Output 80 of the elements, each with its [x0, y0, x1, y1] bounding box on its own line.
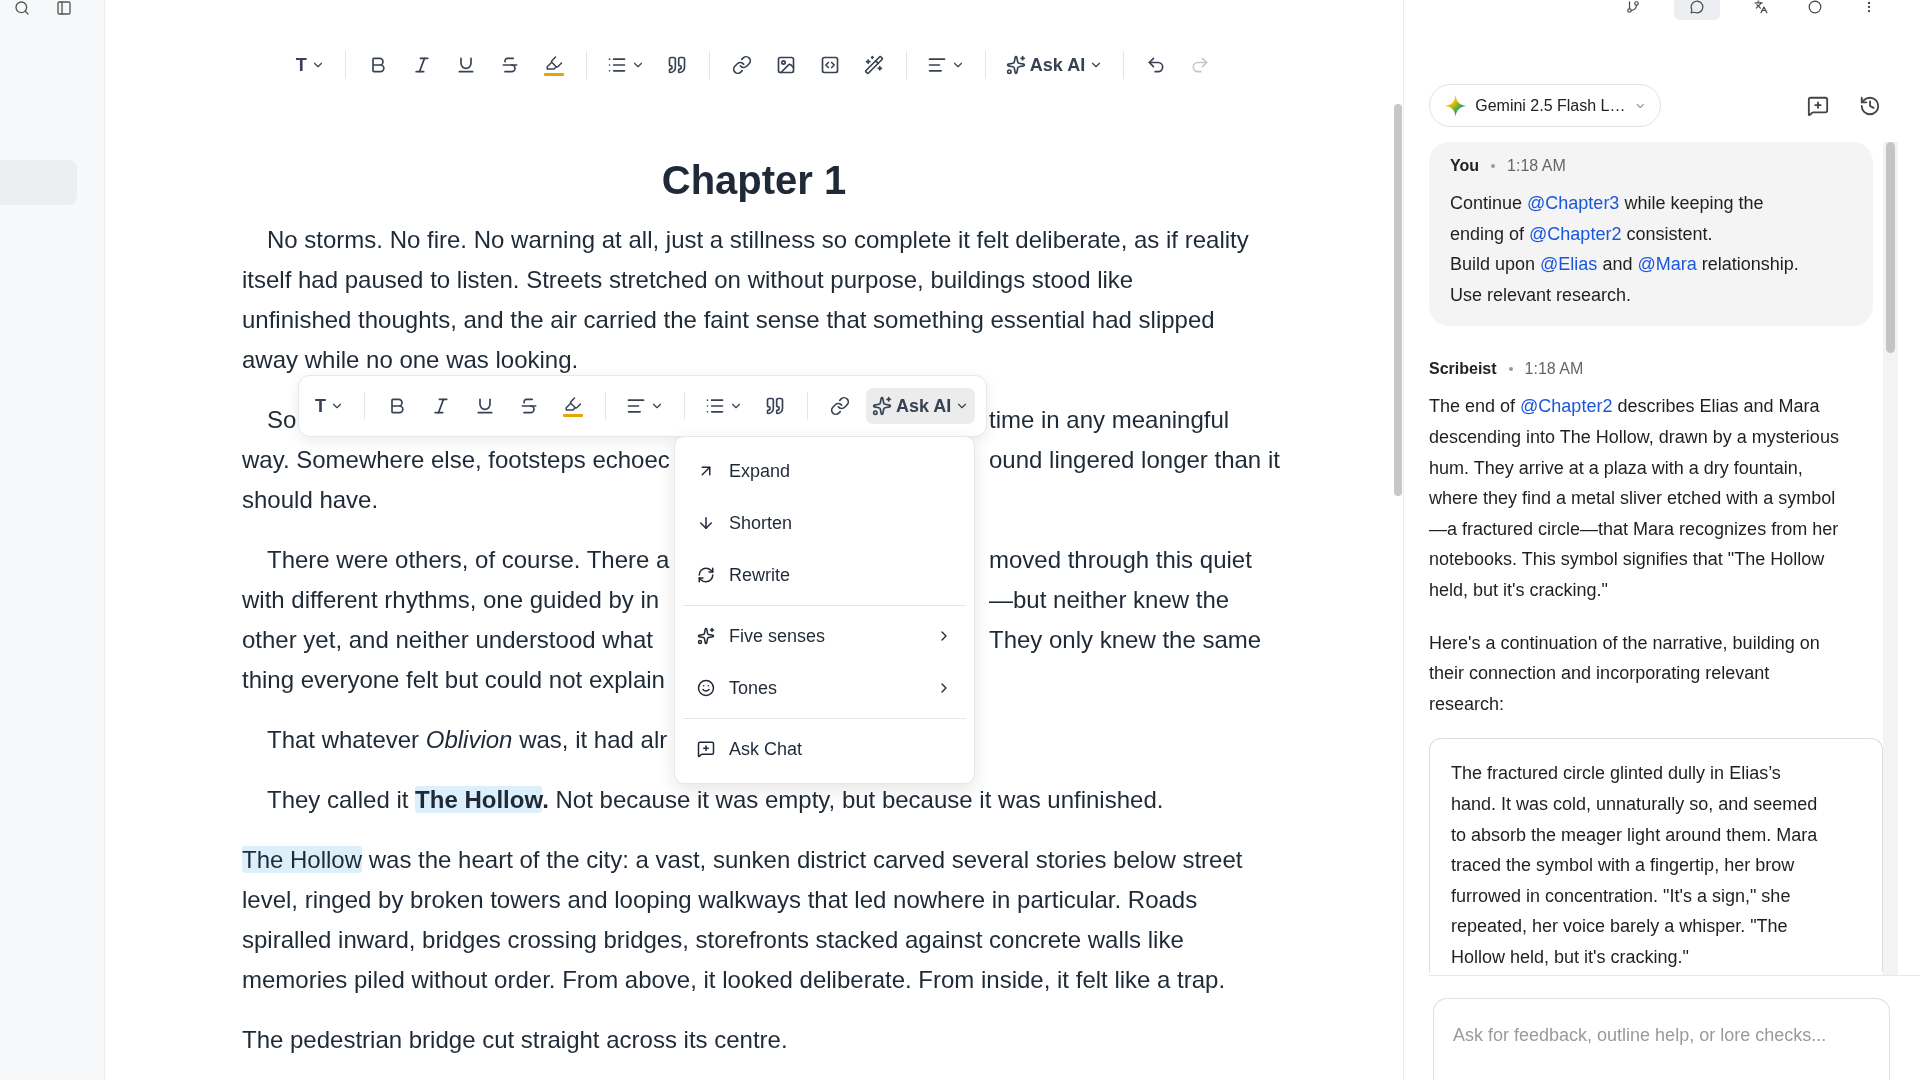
paragraph: No storms. No fire. No warning at all, just a stillness so complete it felt deliberate, as if reality itself had paused to listen. Streets stretched on without purpose, buildings stood like unfinished thoughts, and the air carried the faint sense that something essential had slipped away while no one was looking.	[242, 225, 1250, 375]
strikethrough-icon	[519, 396, 539, 416]
text-fragment: ound lingered longer than it	[989, 445, 1280, 475]
code-icon	[819, 55, 840, 75]
top-bar-button[interactable]	[1674, 0, 1720, 20]
text-style-button[interactable]: T	[289, 47, 331, 83]
history-icon	[1859, 94, 1881, 117]
menu-item[interactable]: Rewrite	[683, 549, 966, 601]
text-icon	[1754, 0, 1768, 14]
link-icon	[830, 396, 850, 416]
text-fragment: thing everyone felt but could not explain	[242, 665, 665, 695]
scrollbar-thumb[interactable]	[1394, 104, 1402, 496]
refresh-icon	[697, 566, 715, 584]
paragraph: The Hollow was the heart of the city: a vast, sunken district carved several stories below street level, ringed by broken towers and looping walkways that led nowhere in particular. Roads spiralled inward, bridges crossing bridges, storefronts stacked against concrete walls like memories piled without order. From above, it looked deliberate. From inside, it felt like a trap.	[242, 845, 1244, 995]
text-fragment: They only knew the same	[989, 625, 1262, 655]
quote-icon	[765, 396, 785, 416]
text-fragment: There were others, of course. There a	[266, 545, 670, 575]
message-text: Continue @Chapter3 while keeping the ending of @Chapter2 consistent. Build upon @Elias and @Mara relationship. Use relevant research.	[1450, 192, 1800, 307]
mention-link[interactable]: @Chapter2	[1529, 223, 1622, 244]
quote-text: The fractured circle glinted dully in Elias’s hand. It was cold, unnaturally so, and seemed to absorb the meager light around them. Mara traced the symbol with a fingertip, her brow furrowed in concentration. "It's a sign," she repeated, her voice barely a whisper. "The Hollow held, but it's cracking."	[1451, 762, 1819, 969]
paragraph: The pedestrian bridge cut straight across its centre.	[242, 1025, 789, 1055]
ask-ai-button[interactable]: Ask AI	[866, 388, 976, 424]
search-icon[interactable]	[14, 0, 30, 16]
text-fragment: That whatever Oblivion was, it had alr	[266, 725, 668, 755]
mention-link[interactable]: @Mara	[1637, 254, 1697, 275]
circle-icon	[1808, 0, 1822, 14]
mention-link[interactable]: @Chapter2	[1520, 396, 1613, 417]
menu-item[interactable]: Ask Chat	[683, 723, 966, 775]
menu-item[interactable]: Expand	[683, 445, 966, 497]
quote-icon	[666, 55, 687, 75]
chat-bubble-icon	[1690, 0, 1704, 14]
chat-plus-icon	[697, 740, 715, 758]
scrollbar-thumb[interactable]	[1886, 142, 1895, 353]
link-icon	[731, 55, 752, 75]
redo-icon	[1190, 55, 1211, 75]
align-icon	[626, 396, 646, 416]
italic-icon	[431, 396, 451, 416]
highlighter-icon	[563, 395, 583, 417]
sidebar-toggle-icon[interactable]	[56, 0, 72, 16]
list-icon	[705, 396, 725, 416]
mention-link[interactable]: @Elias	[1540, 254, 1598, 275]
menu-item[interactable]: Tones	[683, 662, 966, 714]
sparkle-icon	[872, 396, 892, 416]
image-icon	[775, 55, 796, 75]
text-fragment: —but neither knew the	[989, 585, 1230, 615]
chat-input-field[interactable]: Ask for feedback, outline help, or lore checks...	[1433, 998, 1890, 1080]
text-fragment: moved through this quiet	[989, 545, 1252, 575]
paragraph: They called it The Hollow. Not because it was empty, but because it was unfinished.	[266, 785, 1165, 815]
message-author: Scribeist	[1429, 359, 1497, 380]
message-time: 1:18 AM	[1507, 156, 1566, 176]
message-time: 1:18 AM	[1524, 359, 1584, 380]
smile-icon	[697, 679, 715, 697]
model-selector[interactable]: Gemini 2.5 Flash L…	[1429, 84, 1661, 127]
arrow-down-icon	[697, 514, 715, 532]
dot-icon	[1491, 164, 1496, 168]
mention-link[interactable]: @Chapter3	[1527, 193, 1620, 213]
text-fragment: should have.	[242, 485, 379, 515]
text-fragment: with different rhythms, one guided by in	[242, 585, 660, 615]
message-text: Here's a continuation of the narrative, building on their connection and incorporating relevant research:	[1429, 631, 1821, 716]
sparkle-icon	[1005, 55, 1026, 75]
ask-ai-button[interactable]: Ask AI	[999, 47, 1110, 83]
dot-icon	[1508, 367, 1513, 372]
highlighter-icon	[543, 54, 564, 76]
chat-plus-icon	[1807, 94, 1829, 117]
sparkle-icon	[697, 627, 715, 645]
menu-item[interactable]: Shorten	[683, 497, 966, 549]
text-fragment: way. Somewhere else, footsteps echoec	[242, 445, 670, 475]
message-author: You	[1450, 156, 1480, 176]
message-text: The end of @Chapter2 describes Elias and Mara descending into The Hollow, drawn by a mysterious hum. They arrive at a plaza with a dry fountain, where they find a metal sliver etched with a symbol —a fractured circle—that Mara recognizes from her notebooks. This symbol signifies that "The Hollow held, but it's cracking."	[1429, 395, 1840, 602]
branch-icon	[1626, 0, 1640, 14]
text-fragment: So	[266, 405, 297, 435]
text-fragment: time in any meaningful	[989, 405, 1230, 435]
text-style-button[interactable]: T	[309, 388, 350, 424]
list-icon	[606, 55, 627, 75]
magic-wand-icon	[863, 55, 884, 75]
text-fragment: other yet, and neither understood what	[242, 625, 653, 655]
underline-icon	[475, 396, 495, 416]
chapter-title: Chapter 1	[660, 157, 848, 204]
menu-item[interactable]: Five senses	[683, 610, 966, 662]
align-icon	[926, 55, 947, 75]
